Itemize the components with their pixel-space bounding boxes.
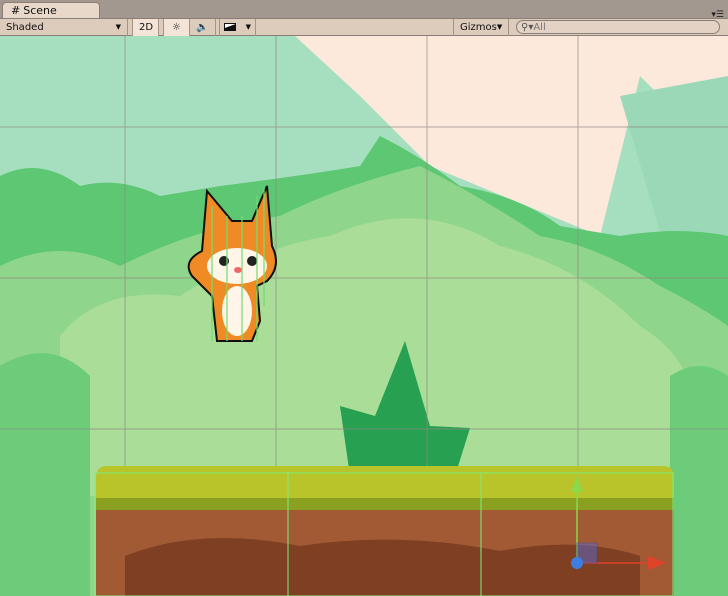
tab-bar: # Scene ▾☰ [0,0,728,20]
gizmos-dropdown[interactable]: Gizmos ▼ [453,18,509,36]
scene-view[interactable] [0,36,728,596]
tab-scene[interactable]: # Scene [2,2,100,19]
speaker-icon[interactable]: 🔈 [190,18,216,36]
chevron-down-icon: ▼ [115,23,121,31]
grid-icon: # [11,4,21,17]
search-input[interactable]: ⚲▾ All [516,20,720,34]
image-icon[interactable]: ▼ [220,18,256,36]
ground-platform [94,466,674,596]
draw-mode-dropdown[interactable]: Shaded ▼ [0,18,128,36]
chevron-down-icon: ▼ [245,23,251,31]
pivot-handle [571,557,583,569]
scene-toolbar: Shaded ▼ 2D ☼ 🔈 ▼ Gizmos ▼ ⚲▾ All [0,18,728,36]
search-icon: ⚲▾ [521,21,534,33]
2d-toggle[interactable]: 2D [133,18,159,36]
scene-canvas [0,36,728,596]
sun-icon[interactable]: ☼ [164,18,190,36]
chevron-down-icon: ▼ [496,23,503,31]
